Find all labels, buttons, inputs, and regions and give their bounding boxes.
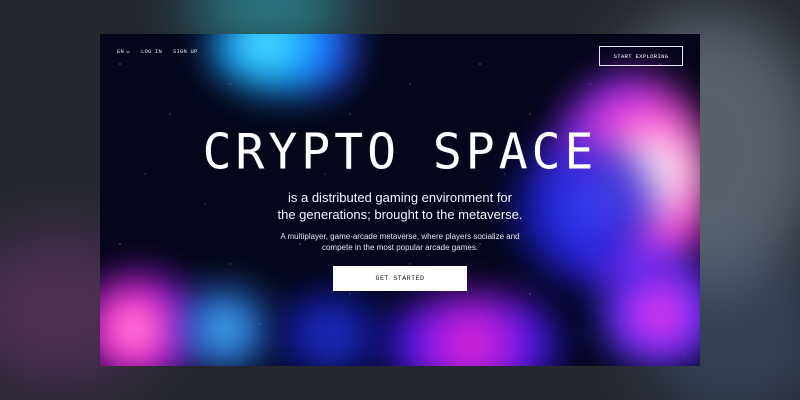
top-navigation: EN LOG IN SIGN UP bbox=[117, 48, 198, 55]
hero-subtitle-line: is a distributed gaming environment for bbox=[287, 190, 512, 205]
signup-link[interactable]: SIGN UP bbox=[173, 48, 198, 55]
hero-description-line: compete in the most popular arcade games… bbox=[321, 243, 479, 252]
login-link[interactable]: LOG IN bbox=[141, 48, 162, 55]
hero-subtitle-line: the generations; brought to the metavers… bbox=[277, 207, 523, 222]
get-started-button[interactable]: GET STARTED bbox=[333, 266, 467, 291]
hero-description: A multiplayer, game-arcade metaverse, wh… bbox=[100, 231, 700, 253]
hero-content: EN LOG IN SIGN UP START EXPLORING CRYPTO… bbox=[100, 34, 700, 366]
chevron-down-icon bbox=[126, 50, 130, 54]
hero-subtitle: is a distributed gaming environment for … bbox=[100, 189, 700, 223]
start-exploring-button[interactable]: START EXPLORING bbox=[599, 46, 683, 66]
hero-description-line: A multiplayer, game-arcade metaverse, wh… bbox=[280, 232, 520, 241]
page-title: CRYPTO SPACE bbox=[202, 123, 598, 181]
language-selector[interactable]: EN bbox=[117, 48, 130, 55]
hero-card: EN LOG IN SIGN UP START EXPLORING CRYPTO… bbox=[100, 34, 700, 366]
landing-page-preview: EN LOG IN SIGN UP START EXPLORING CRYPTO… bbox=[0, 0, 800, 400]
language-label: EN bbox=[117, 48, 125, 55]
